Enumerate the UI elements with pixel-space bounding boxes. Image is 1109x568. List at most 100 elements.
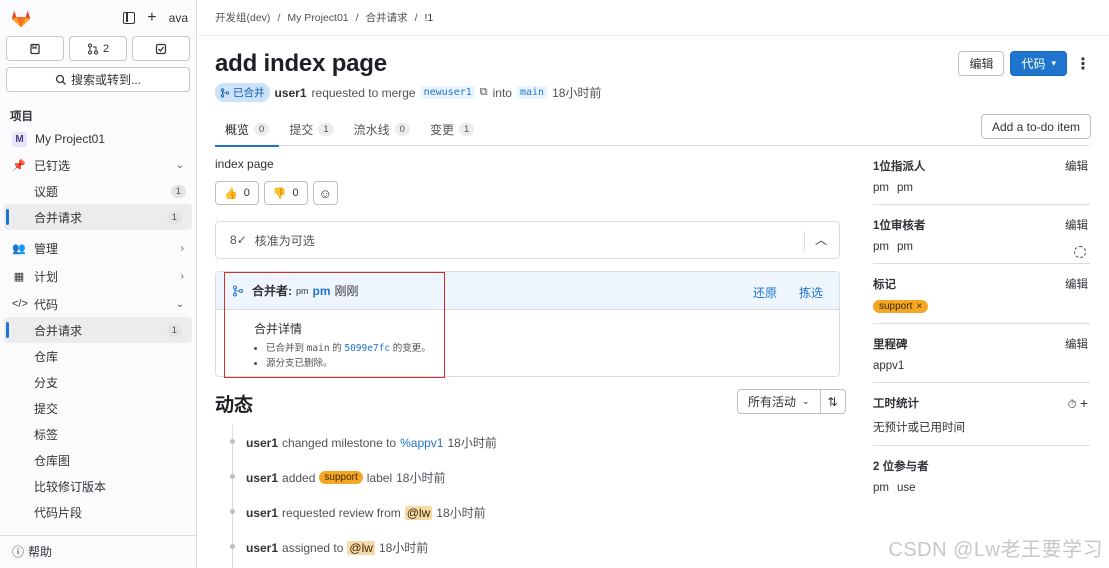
close-icon[interactable]: × bbox=[916, 301, 922, 312]
author-link[interactable]: user1 bbox=[275, 86, 307, 100]
sort-order-button[interactable]: ⇅ bbox=[820, 389, 846, 414]
sidebar-item-snippets[interactable]: 代码片段 bbox=[0, 499, 196, 525]
breadcrumb-current[interactable]: !1 bbox=[424, 12, 433, 24]
merge-details-title: 合并详情 bbox=[254, 322, 303, 336]
tab-overview[interactable]: 概览 0 bbox=[215, 113, 280, 147]
cherry-pick-button[interactable]: 拣选 bbox=[799, 284, 823, 301]
participant-avatar[interactable]: pm bbox=[873, 482, 889, 494]
assignee-avatar: pm bbox=[873, 182, 889, 194]
sidebar-item-plan[interactable]: ▦ 计划 › bbox=[0, 263, 196, 289]
milestone-value[interactable]: appv1 bbox=[873, 360, 904, 372]
user-avatar-text[interactable]: ava bbox=[169, 11, 188, 25]
sidebar-item-label: 合并请求 bbox=[34, 210, 83, 225]
tab-commits[interactable]: 提交 1 bbox=[279, 113, 343, 146]
sidebar-toggle-icon[interactable] bbox=[123, 12, 136, 24]
merger-link[interactable]: pm bbox=[313, 284, 331, 298]
milestone-title: 里程碑 bbox=[873, 339, 908, 351]
sidebar-item-manage[interactable]: 👥 管理 › bbox=[0, 235, 196, 261]
approval-widget: 8✓ 核准为可选 ︿ bbox=[215, 221, 840, 259]
sidebar-item-repository[interactable]: 仓库 bbox=[0, 343, 196, 369]
breadcrumb-group[interactable]: 开发组(dev) bbox=[215, 10, 270, 25]
reviewer-edit-button[interactable]: 编辑 bbox=[1065, 217, 1088, 233]
more-actions-icon[interactable]: ⋮ bbox=[1073, 54, 1093, 74]
sidebar-item-merge-requests[interactable]: 合并请求 1 bbox=[4, 317, 192, 343]
commit-sha-link[interactable]: 5099e7fc bbox=[344, 343, 390, 354]
approval-text: 核准为可选 bbox=[254, 233, 315, 248]
timeline-item: user1 changed milestone to %appv1 18小时前 bbox=[228, 425, 848, 460]
tab-label: 提交 bbox=[289, 123, 314, 137]
actor-link[interactable]: user1 bbox=[246, 506, 278, 520]
sidebar-item-tags[interactable]: 标签 bbox=[0, 421, 196, 447]
milestone-edit-button[interactable]: 编辑 bbox=[1065, 336, 1088, 352]
breadcrumb-separator: / bbox=[355, 11, 359, 24]
actor-link[interactable]: user1 bbox=[246, 436, 278, 450]
merge-requests-button[interactable]: 2 bbox=[69, 36, 127, 61]
sidebar-item-label: 提交 bbox=[34, 401, 59, 416]
label-badge[interactable]: support × bbox=[873, 300, 929, 313]
project-avatar: M bbox=[12, 131, 27, 147]
actor-link[interactable]: user1 bbox=[246, 471, 278, 485]
reviewer-name[interactable]: pm bbox=[897, 241, 913, 253]
add-todo-button[interactable]: Add a to-do item bbox=[980, 114, 1091, 139]
event-text: label bbox=[366, 470, 393, 485]
count-badge: 1 bbox=[166, 323, 182, 337]
chevron-up-icon[interactable]: ︿ bbox=[815, 231, 827, 248]
milestone-link[interactable]: %appv1 bbox=[400, 436, 443, 450]
sidebar-item-compare[interactable]: 比较修订版本 bbox=[0, 473, 196, 499]
sidebar-item-commits[interactable]: 提交 bbox=[0, 395, 196, 421]
add-reaction-button[interactable]: ☺ bbox=[312, 181, 338, 205]
help-button[interactable]: ⓘ 帮助 bbox=[12, 543, 52, 560]
user-mention[interactable]: @lw bbox=[347, 540, 375, 555]
event-time: 18小时前 bbox=[396, 471, 446, 485]
event-text: added bbox=[282, 470, 316, 485]
event-text: changed milestone to bbox=[282, 435, 397, 450]
gitlab-logo-icon[interactable] bbox=[10, 7, 32, 29]
tab-pipelines[interactable]: 流水线 0 bbox=[344, 113, 420, 146]
edit-button[interactable]: 编辑 bbox=[958, 51, 1005, 76]
participant-avatar[interactable]: use bbox=[897, 482, 916, 494]
source-branch[interactable]: newuser1 bbox=[420, 86, 475, 99]
sidebar-item-branches[interactable]: 分支 bbox=[0, 369, 196, 395]
sidebar-item-repository-graph[interactable]: 仓库图 bbox=[0, 447, 196, 473]
breadcrumb-project[interactable]: My Project01 bbox=[287, 12, 348, 24]
todos-button[interactable] bbox=[132, 36, 190, 61]
tab-changes[interactable]: 变更 1 bbox=[420, 113, 484, 146]
actor-link[interactable]: user1 bbox=[246, 541, 278, 555]
thumbsup-icon: 👍 bbox=[224, 187, 238, 200]
search-label: 搜索或转到... bbox=[70, 73, 141, 87]
status-text: 已合并 bbox=[233, 87, 265, 99]
sidebar-item-merge-requests-pinned[interactable]: 合并请求 1 bbox=[4, 204, 192, 230]
labels-title: 标记 bbox=[873, 279, 896, 291]
activity-filter-label: 所有活动 bbox=[748, 395, 797, 409]
reviewer-avatar: pm bbox=[873, 241, 889, 253]
code-dropdown-button[interactable]: 代码 ▾ bbox=[1010, 51, 1067, 76]
breadcrumb-merge-requests[interactable]: 合并请求 bbox=[366, 10, 408, 25]
plus-icon[interactable]: + bbox=[147, 9, 156, 27]
time-tracking-value: 无预计或已用时间 bbox=[873, 422, 965, 434]
target-branch[interactable]: main bbox=[516, 86, 548, 99]
event-text: assigned to bbox=[282, 540, 344, 555]
copy-icon[interactable]: ⧉ bbox=[480, 86, 488, 99]
merge-widget-header: 合并者: pm pm 刚刚 还原 拣选 bbox=[216, 272, 839, 310]
sidebar-item-issues[interactable]: 议题 1 bbox=[0, 178, 196, 204]
event-time: 18小时前 bbox=[436, 506, 486, 520]
user-mention[interactable]: @lw bbox=[404, 505, 433, 520]
labels-edit-button[interactable]: 编辑 bbox=[1065, 276, 1088, 292]
sidebar-item-pinned[interactable]: 📌 已钉选 ⌄ bbox=[0, 152, 196, 178]
activity-filter-dropdown[interactable]: 所有活动 ⌄ bbox=[737, 389, 821, 414]
label-badge[interactable]: support bbox=[319, 471, 363, 484]
sidebar-item-project[interactable]: M My Project01 bbox=[0, 126, 196, 152]
thumbsdown-button[interactable]: 👎 0 bbox=[263, 181, 308, 205]
stopwatch-icon[interactable]: ⏱ bbox=[1068, 399, 1077, 411]
assignee-name[interactable]: pm bbox=[897, 182, 913, 194]
search-button[interactable]: 搜索或转到... bbox=[6, 67, 190, 92]
revert-button[interactable]: 还原 bbox=[753, 284, 777, 301]
plus-icon[interactable]: + bbox=[1080, 395, 1088, 411]
mr-count: 2 bbox=[102, 42, 110, 55]
detail-branch: main bbox=[306, 343, 330, 354]
issues-button[interactable] bbox=[6, 36, 64, 61]
assignee-edit-button[interactable]: 编辑 bbox=[1065, 158, 1088, 174]
sidebar-item-code[interactable]: </> 代码 ⌄ bbox=[0, 291, 196, 317]
thumbsup-button[interactable]: 👍 0 bbox=[215, 181, 259, 205]
sidebar-item-label: 合并请求 bbox=[34, 323, 83, 338]
